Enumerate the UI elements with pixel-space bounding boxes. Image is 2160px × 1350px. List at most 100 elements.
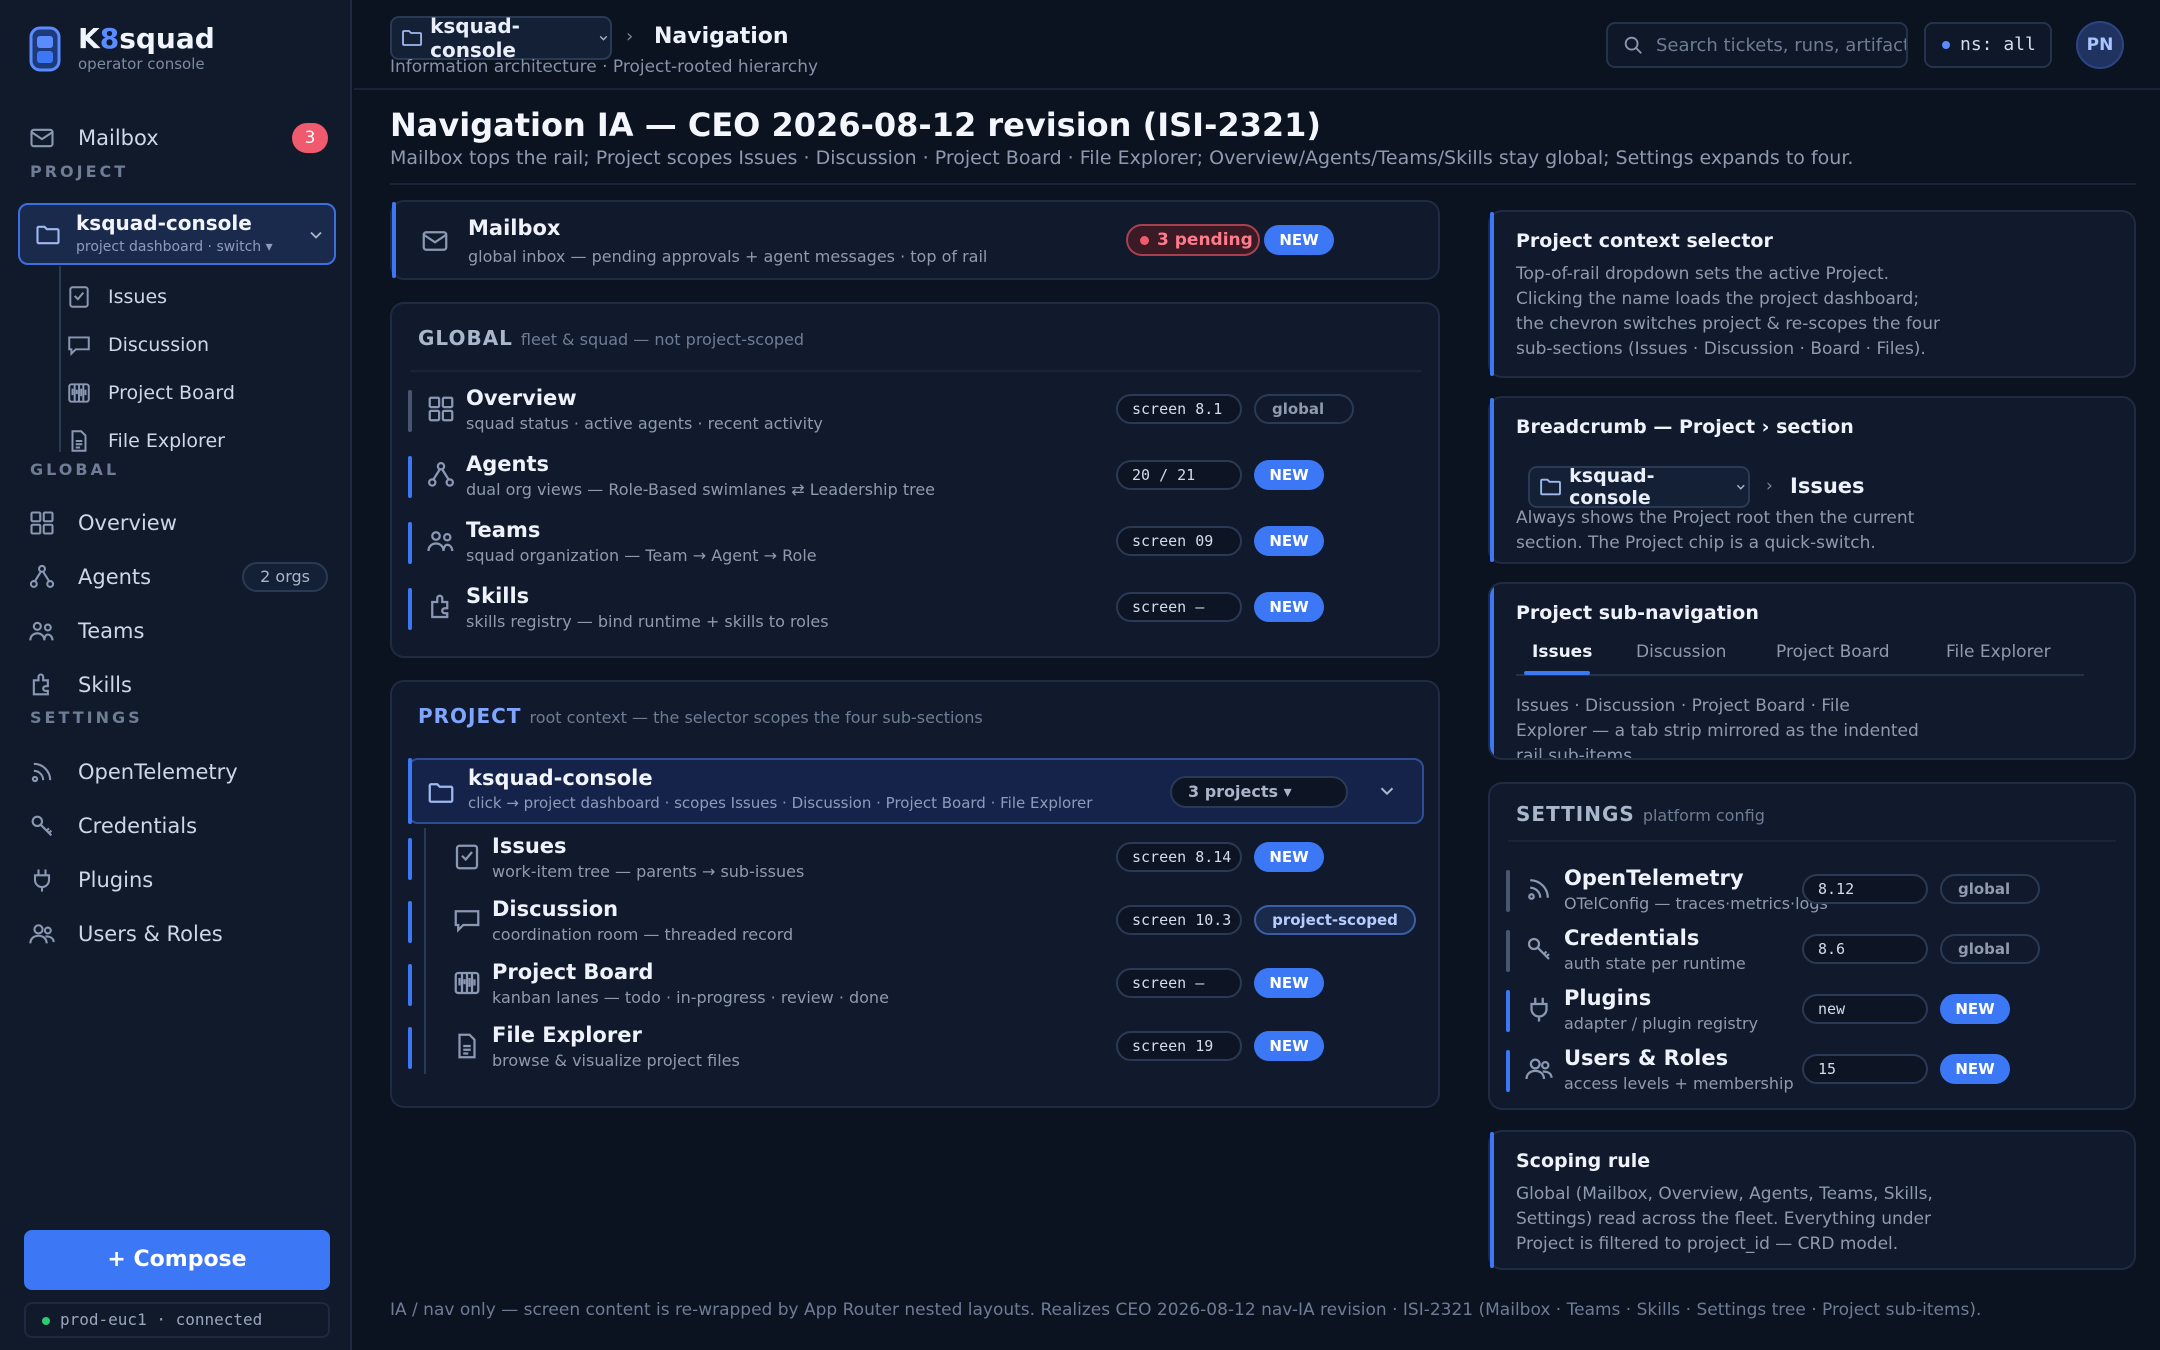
active-tab-indicator (1524, 671, 1590, 675)
tab-issues[interactable]: Issues (1532, 642, 1592, 662)
card-accent (1490, 584, 1494, 758)
avatar[interactable]: PN (2076, 21, 2124, 69)
settings-row-credentials[interactable]: Credentials auth state per runtime 8.6 g… (1506, 924, 2116, 980)
settings-row-opentelemetry[interactable]: OpenTelemetry OTelConfig — traces·metric… (1506, 864, 2116, 920)
agents-icon (428, 462, 454, 487)
card-accent (392, 202, 396, 278)
users-icon (29, 924, 55, 944)
row-sub: squad status · active agents · recent ac… (466, 414, 823, 433)
skills-icon (431, 594, 449, 619)
breadcrumb-separator: › (1766, 476, 1773, 496)
chip-label: ksquad-console (1569, 465, 1655, 509)
sidebar-item-opentelemetry[interactable]: OpenTelemetry (28, 752, 328, 792)
sidebar-item-issues[interactable]: Issues (66, 277, 326, 317)
project-heading-sub: root context — the selector scopes the f… (529, 708, 983, 727)
mailbox-card-sub: global inbox — pending approvals + agent… (468, 247, 988, 266)
sidebar-item-label: Mailbox (78, 126, 159, 150)
namespace-selector[interactable]: ns: all (1924, 22, 2052, 68)
row-accent (408, 390, 412, 432)
global-heading: GLOBAL fleet & squad — not project-scoped (418, 326, 804, 350)
project-row-board[interactable]: Project Board kanban lanes — todo · in-p… (408, 958, 1422, 1014)
sidebar-item-overview[interactable]: Overview (28, 503, 328, 543)
search-input[interactable]: Search tickets, runs, artifacts... (1606, 22, 1908, 68)
new-badge: NEW (1254, 592, 1324, 622)
settings-row-plugins[interactable]: Plugins adapter / plugin registry new NE… (1506, 984, 2116, 1040)
row-accent (408, 964, 412, 1006)
scoping-rule-card: Scoping rule Global (Mailbox, Overview, … (1488, 1130, 2136, 1270)
project-row-discussion[interactable]: Discussion coordination room — threaded … (408, 895, 1422, 951)
project-selector[interactable]: ksquad-console project dashboard · switc… (18, 203, 336, 265)
tab-discussion[interactable]: Discussion (1636, 642, 1726, 662)
sidebar-item-plugins[interactable]: Plugins (28, 860, 328, 900)
sidebar-item-agents[interactable]: Agents 2 orgs (28, 557, 328, 597)
screen-tag: screen 8.14 (1116, 842, 1242, 872)
project-row-issues[interactable]: Issues work-item tree — parents → sub-is… (408, 832, 1422, 888)
row-sub: dual org views — Role-Based swimlanes ⇄ … (466, 480, 936, 499)
row-accent (408, 456, 412, 498)
mailbox-card[interactable]: Mailbox global inbox — pending approvals… (390, 200, 1440, 280)
breadcrumb-example-chip[interactable]: ksquad-console (1528, 465, 1750, 509)
chevron-down-icon[interactable] (306, 225, 326, 245)
sidebar-item-label: File Explorer (108, 430, 225, 452)
sidebar: K8squad operator console Mailbox 3 PROJE… (0, 0, 352, 1350)
compose-button[interactable]: + Compose (24, 1230, 330, 1290)
row-sub: adapter / plugin registry (1564, 1014, 1759, 1033)
card-title: Project context selector (1516, 230, 1773, 252)
pending-dot-icon (1140, 235, 1149, 245)
sidebar-item-label: Skills (78, 673, 132, 697)
project-selector-row[interactable]: ksquad-console click → project dashboard… (408, 758, 1424, 824)
screen-tag: screen 09 (1116, 526, 1242, 556)
global-row-skills[interactable]: Skills skills registry — bind runtime + … (408, 582, 1422, 638)
settings-card: SETTINGS platform config OpenTelemetry OT… (1488, 782, 2136, 1110)
header-divider (354, 88, 2160, 90)
tab-file-explorer[interactable]: File Explorer (1946, 642, 2051, 662)
row-sub: coordination room — threaded record (492, 925, 794, 944)
sidebar-item-mailbox[interactable]: Mailbox 3 (28, 118, 328, 158)
global-row-agents[interactable]: Agents dual org views — Role-Based swiml… (408, 450, 1422, 506)
teams-icon (427, 531, 454, 552)
folder-icon (36, 225, 60, 245)
env-status-text: prod-euc1 · connected (60, 1310, 263, 1329)
sidebar-item-credentials[interactable]: Credentials (28, 806, 328, 846)
breadcrumb-project-chip[interactable]: ksquad-console (390, 14, 612, 62)
search-icon (1624, 36, 1642, 54)
new-badge: NEW (1254, 460, 1324, 490)
row-title: Plugins (1564, 986, 1652, 1010)
plug-icon (33, 869, 51, 892)
discussion-icon (68, 336, 90, 357)
sidebar-item-file-explorer[interactable]: File Explorer (66, 421, 326, 461)
issues-icon (69, 286, 89, 308)
sidebar-item-label: Credentials (78, 814, 198, 838)
sidebar-item-teams[interactable]: Teams (28, 611, 328, 651)
row-title: Teams (466, 518, 541, 542)
global-row-overview[interactable]: Overview squad status · active agents · … (408, 384, 1422, 440)
sidebar-item-users-roles[interactable]: Users & Roles (28, 914, 328, 954)
chevron-down-icon[interactable] (1376, 780, 1398, 802)
breadcrumb-section: Issues (1790, 474, 1865, 498)
sidebar-item-skills[interactable]: Skills (28, 665, 328, 705)
agents-icon (29, 564, 55, 588)
screen-tag: 8.12 (1802, 874, 1928, 904)
project-count-dropdown[interactable]: 3 projects ▾ (1170, 776, 1348, 808)
global-card: GLOBAL fleet & squad — not project-scoped… (390, 302, 1440, 658)
settings-heading: SETTINGS platform config (1516, 802, 1765, 826)
global-row-teams[interactable]: Teams squad organization — Team → Agent … (408, 516, 1422, 572)
screen-tag: 8.6 (1802, 934, 1928, 964)
sidebar-item-discussion[interactable]: Discussion (66, 325, 326, 365)
project-row-files[interactable]: File Explorer browse & visualize project… (408, 1021, 1422, 1077)
mail-icon (422, 231, 448, 251)
row-sub: kanban lanes — todo · in-progress · revi… (492, 988, 889, 1007)
new-badge: NEW (1940, 1054, 2010, 1084)
ns-dot-icon (1942, 41, 1950, 49)
settings-row-users-roles[interactable]: Users & Roles access levels + membership… (1506, 1044, 2116, 1100)
sidebar-item-project-board[interactable]: Project Board (66, 373, 326, 413)
row-accent (408, 522, 412, 564)
tab-project-board[interactable]: Project Board (1776, 642, 1890, 662)
board-icon (454, 971, 480, 995)
tree-line (59, 266, 61, 452)
screen-tag: screen – (1116, 968, 1242, 998)
users-icon (1525, 1058, 1553, 1080)
project-heading-label: PROJECT (418, 704, 522, 728)
screen-tag: screen – (1116, 592, 1242, 622)
brand-subtitle: operator console (78, 55, 205, 73)
